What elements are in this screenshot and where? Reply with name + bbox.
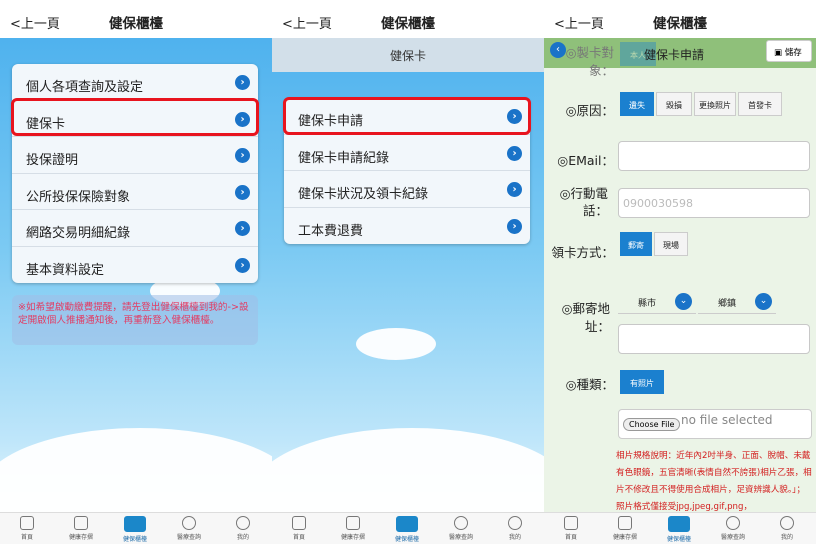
type-with-photo[interactable]: 有照片 bbox=[620, 370, 664, 394]
chevron-right-icon: › bbox=[507, 145, 522, 161]
search-icon bbox=[182, 516, 196, 530]
user-icon bbox=[508, 516, 522, 530]
nav-counter[interactable]: 健保櫃檯 bbox=[652, 516, 706, 543]
top-bar: <上一頁 健保櫃檯 bbox=[0, 0, 272, 38]
page-title: 健保櫃檯 bbox=[109, 16, 163, 32]
nav-counter[interactable]: 健保櫃檯 bbox=[108, 516, 162, 543]
passbook-icon bbox=[618, 516, 632, 530]
chevron-right-icon: › bbox=[235, 75, 250, 90]
nav-health-passbook[interactable]: 健康存摺 bbox=[598, 516, 652, 541]
pickup-mail[interactable]: 郵寄 bbox=[620, 232, 652, 256]
menu-item-apply-records[interactable]: 健保卡申請紀錄 › bbox=[284, 135, 530, 171]
menu-item-fee-refund[interactable]: 工本費退費 › bbox=[284, 208, 530, 245]
passbook-icon bbox=[74, 516, 88, 530]
counter-icon bbox=[396, 516, 418, 532]
home-icon bbox=[292, 516, 306, 530]
town-select[interactable]: 鄉鎮 ⌄ bbox=[698, 290, 776, 314]
chevron-right-icon: › bbox=[235, 148, 250, 163]
nav-health-passbook[interactable]: 健康存摺 bbox=[326, 516, 380, 541]
menu-card: 個人各項查詢及設定 › 健保卡 › 投保證明 › 公所投保保險對象 › 網路交易明細紀錄… bbox=[12, 64, 258, 283]
pickup-label: 領卡方式： bbox=[551, 245, 614, 260]
menu-item-card-status[interactable]: 健保卡狀況及領卡紀錄 › bbox=[284, 171, 530, 208]
nav-counter[interactable]: 健保櫃檯 bbox=[380, 516, 434, 543]
reason-first-issue[interactable]: 首發卡 bbox=[738, 92, 782, 116]
nav-mine[interactable]: 我的 bbox=[216, 516, 270, 541]
file-input: Choose File no file selected bbox=[618, 409, 812, 439]
bottom-nav: 首頁 健康存摺 健保櫃檯 醫療查詢 我的 bbox=[544, 512, 816, 544]
reason-photo-change[interactable]: 更換照片 bbox=[694, 92, 736, 116]
home-icon bbox=[20, 516, 34, 530]
search-icon bbox=[726, 516, 740, 530]
type-label: ◎種類： bbox=[565, 377, 614, 392]
nav-medical-query[interactable]: 醫療查詢 bbox=[706, 516, 760, 541]
user-icon bbox=[236, 516, 250, 530]
search-icon bbox=[454, 516, 468, 530]
nav-health-passbook[interactable]: 健康存摺 bbox=[54, 516, 108, 541]
menu-item-basic-settings[interactable]: 基本資料設定 › bbox=[12, 247, 258, 284]
mobile-label: ◎行動電話： bbox=[559, 186, 608, 218]
mobile-field[interactable]: 0900030598 bbox=[618, 188, 810, 218]
passbook-icon bbox=[346, 516, 360, 530]
counter-icon bbox=[668, 516, 690, 532]
chevron-right-icon: › bbox=[235, 221, 250, 236]
target-label: ◎製卡對象： bbox=[565, 45, 614, 78]
panel-card-application: <上一頁 健保櫃檯 ‹ ◎製卡對象： 本人 健保卡申請 ▣ 儲存 ◎原因： 遺失… bbox=[544, 0, 816, 544]
panel-nhi-card: <上一頁 健保櫃檯 健保卡 健保卡申請 › 健保卡申請紀錄 › 健保卡狀況及領卡紀錄… bbox=[272, 0, 544, 544]
page-title: 健保櫃檯 bbox=[653, 16, 707, 32]
counter-icon bbox=[124, 516, 146, 532]
file-status: no file selected bbox=[681, 413, 773, 427]
nav-mine[interactable]: 我的 bbox=[760, 516, 814, 541]
highlight-box bbox=[11, 98, 259, 136]
email-field[interactable] bbox=[618, 141, 810, 171]
menu-item-insurance-proof[interactable]: 投保證明 › bbox=[12, 137, 258, 174]
nav-home[interactable]: 首頁 bbox=[0, 516, 54, 541]
top-bar: <上一頁 健保櫃檯 bbox=[544, 0, 816, 38]
notice-box: ※如希望啟動繳費提醒，請先登出健保櫃檯到我的->設定開啟個人推播通知後，再重新登… bbox=[12, 295, 258, 345]
chevron-down-icon: ⌄ bbox=[675, 293, 692, 310]
chevron-down-icon: ⌄ bbox=[755, 293, 772, 310]
address-field[interactable] bbox=[618, 324, 810, 354]
pickup-onsite[interactable]: 現場 bbox=[654, 232, 688, 256]
nav-medical-query[interactable]: 醫療查詢 bbox=[434, 516, 488, 541]
menu-item-public-insured[interactable]: 公所投保保險對象 › bbox=[12, 174, 258, 210]
user-icon bbox=[780, 516, 794, 530]
page-title: 健保櫃檯 bbox=[381, 16, 435, 32]
bottom-nav: 首頁 健康存摺 健保櫃檯 醫療查詢 我的 bbox=[272, 512, 544, 544]
chevron-right-icon: › bbox=[507, 218, 522, 234]
reason-lost[interactable]: 遺失 bbox=[620, 92, 654, 116]
email-label: ◎EMail： bbox=[557, 153, 614, 168]
cloud bbox=[356, 328, 436, 360]
home-icon bbox=[564, 516, 578, 530]
highlight-box bbox=[283, 97, 531, 135]
save-button[interactable]: ▣ 儲存 bbox=[766, 40, 812, 62]
top-bar: <上一頁 健保櫃檯 bbox=[272, 0, 544, 38]
nav-mine[interactable]: 我的 bbox=[488, 516, 542, 541]
reason-damaged[interactable]: 毀損 bbox=[656, 92, 692, 116]
address-label: ◎郵寄地址： bbox=[561, 301, 610, 334]
menu-item-transaction-log[interactable]: 網路交易明細紀錄 › bbox=[12, 210, 258, 247]
bottom-nav: 首頁 健康存摺 健保櫃檯 醫療查詢 我的 bbox=[0, 512, 272, 544]
form-title: 健保卡申請 bbox=[644, 48, 705, 62]
nav-medical-query[interactable]: 醫療查詢 bbox=[162, 516, 216, 541]
chevron-right-icon: › bbox=[235, 257, 250, 273]
panel-main-menu: <上一頁 健保櫃檯 個人各項查詢及設定 › 健保卡 › 投保證明 › 公所投保保險對象… bbox=[0, 0, 272, 544]
city-select[interactable]: 縣市 ⌄ bbox=[618, 290, 696, 314]
section-header: 健保卡 bbox=[272, 38, 544, 72]
nav-home[interactable]: 首頁 bbox=[272, 516, 326, 541]
nav-home[interactable]: 首頁 bbox=[544, 516, 598, 541]
reason-label: ◎原因： bbox=[565, 103, 614, 118]
chevron-right-icon: › bbox=[507, 182, 522, 197]
menu-item-personal[interactable]: 個人各項查詢及設定 › bbox=[12, 64, 258, 101]
save-icon: ▣ bbox=[774, 48, 783, 58]
choose-file-button[interactable]: Choose File bbox=[623, 418, 681, 431]
chevron-right-icon: › bbox=[235, 184, 250, 200]
photo-spec-note: 相片規格說明：近年內2吋半身、正面、脫帽、未戴有色眼鏡，五官清晰(表情自然不誇張… bbox=[616, 451, 812, 512]
